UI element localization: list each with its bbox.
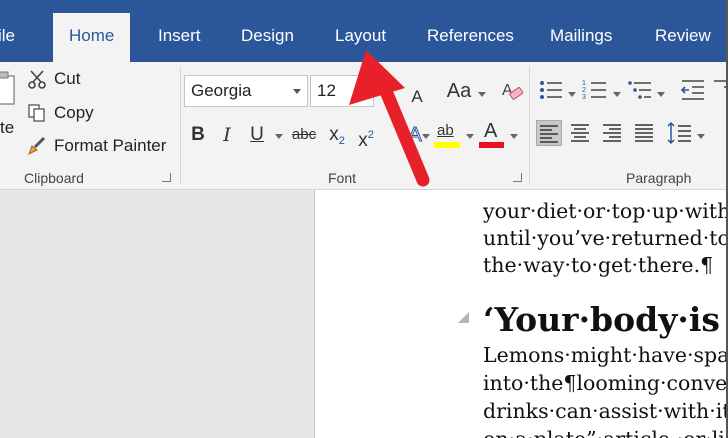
underline-button[interactable]: U bbox=[246, 120, 268, 150]
font-family-value: Georgia bbox=[191, 81, 252, 100]
document-heading: ‘Your·body·is bbox=[483, 300, 720, 339]
font-size-combo[interactable]: 12 bbox=[310, 75, 374, 107]
copy-button[interactable]: Copy bbox=[26, 100, 94, 126]
chevron-down-icon bbox=[613, 92, 621, 97]
copy-label: Copy bbox=[54, 103, 94, 122]
document-line: until·you’ve·returned·to bbox=[483, 226, 728, 250]
align-right-button[interactable] bbox=[600, 120, 626, 146]
clear-formatting-button[interactable]: A bbox=[498, 77, 526, 105]
collapse-heading-icon[interactable] bbox=[458, 312, 469, 323]
tab-design[interactable]: Design bbox=[241, 0, 294, 62]
group-divider bbox=[529, 66, 530, 184]
tab-insert[interactable]: Insert bbox=[158, 0, 201, 62]
align-right-icon bbox=[603, 124, 621, 142]
font-family-combo[interactable]: Georgia bbox=[184, 75, 308, 107]
chevron-down-icon bbox=[657, 92, 665, 97]
paste-label: te bbox=[0, 118, 15, 137]
font-size-value: 12 bbox=[317, 81, 336, 100]
subscript-letter: x bbox=[329, 124, 339, 145]
tab-layout[interactable]: Layout bbox=[335, 0, 386, 62]
chevron-down-icon bbox=[275, 134, 283, 139]
bold-button[interactable]: B bbox=[187, 120, 209, 150]
document-line: into·the¶looming·conver bbox=[483, 371, 728, 395]
chevron-down-icon bbox=[466, 134, 474, 139]
tab-references[interactable]: References bbox=[427, 0, 514, 62]
chevron-down-icon bbox=[422, 134, 430, 139]
paragraph-group-label: Paragraph bbox=[626, 170, 692, 186]
align-left-button[interactable] bbox=[536, 120, 562, 146]
highlight-color-bar bbox=[434, 142, 460, 148]
multilevel-list-icon bbox=[628, 81, 651, 99]
chevron-down-icon bbox=[697, 134, 705, 139]
paintbrush-icon bbox=[26, 135, 48, 157]
clipboard-group-label: Clipboard bbox=[24, 170, 84, 186]
tab-review[interactable]: Review bbox=[655, 0, 711, 62]
align-center-button[interactable] bbox=[568, 120, 594, 146]
ribbon: te Cut Copy Format Painter Clipboard Geo… bbox=[0, 62, 728, 190]
document-line: Lemons·might·have·spa bbox=[483, 343, 728, 367]
eraser-icon: A bbox=[502, 82, 524, 100]
align-left-icon bbox=[540, 125, 558, 143]
text-effects-icon: A bbox=[408, 124, 422, 147]
line-spacing-button[interactable] bbox=[666, 120, 692, 146]
italic-button[interactable]: I bbox=[217, 120, 237, 150]
scissors-icon bbox=[26, 68, 48, 90]
highlight-text: ab bbox=[437, 122, 454, 139]
decrease-indent-button[interactable] bbox=[680, 77, 706, 103]
document-line: your·diet·or·top·up·with bbox=[483, 199, 728, 223]
format-painter-label: Format Painter bbox=[54, 136, 167, 155]
decrease-indent-icon bbox=[680, 80, 704, 100]
group-divider bbox=[180, 66, 181, 184]
subscript-mark: 2 bbox=[338, 135, 345, 147]
justify-button[interactable] bbox=[632, 120, 658, 146]
highlight-button[interactable]: ab bbox=[434, 120, 462, 150]
bullets-button[interactable] bbox=[538, 77, 564, 103]
svg-text:2: 2 bbox=[582, 87, 586, 94]
cut-label: Cut bbox=[54, 69, 81, 88]
line-spacing-icon bbox=[667, 121, 691, 145]
ribbon-tab-bar: ile Home Insert Design Layout References… bbox=[0, 0, 728, 63]
clipboard-launcher-icon[interactable] bbox=[162, 173, 171, 182]
chevron-down-icon bbox=[478, 92, 486, 97]
chevron-down-icon bbox=[359, 89, 367, 94]
subscript-button[interactable]: x2 bbox=[326, 120, 348, 150]
font-color-button[interactable]: A bbox=[479, 120, 505, 150]
tab-mailings[interactable]: Mailings bbox=[550, 0, 612, 62]
numbered-list-icon: 1 2 3 bbox=[582, 80, 606, 101]
document-margin-area bbox=[0, 190, 314, 438]
document-page[interactable]: ····················· your·diet·or·top·u… bbox=[315, 190, 728, 438]
copy-icon bbox=[26, 102, 48, 124]
tab-home[interactable]: Home bbox=[53, 13, 131, 63]
document-line: the·way·to·get·there.¶ bbox=[483, 253, 714, 277]
superscript-mark: 2 bbox=[367, 129, 374, 141]
strikethrough-button[interactable]: abc bbox=[289, 120, 319, 150]
justify-icon bbox=[635, 124, 653, 142]
font-group-label: Font bbox=[328, 170, 357, 186]
bullet-list-icon bbox=[540, 81, 562, 99]
shrink-font-button[interactable]: A bbox=[407, 82, 427, 112]
font-color-bar bbox=[479, 142, 504, 148]
cut-button[interactable]: Cut bbox=[26, 66, 80, 92]
svg-text:3: 3 bbox=[582, 94, 586, 101]
tab-file[interactable]: ile bbox=[0, 0, 15, 62]
change-case-button[interactable]: Aa bbox=[444, 76, 474, 106]
font-color-letter: A bbox=[484, 120, 498, 142]
numbering-button[interactable]: 1 2 3 bbox=[582, 77, 608, 103]
format-painter-button[interactable]: Format Painter bbox=[26, 133, 166, 159]
superscript-button[interactable]: x2 bbox=[354, 120, 378, 151]
document-line: on·a·plate”·article,·or·lic bbox=[483, 427, 728, 438]
font-launcher-icon[interactable] bbox=[513, 173, 522, 182]
document-line: drinks·can·assist·with·it bbox=[483, 399, 728, 423]
grow-font-button[interactable]: A bbox=[378, 76, 398, 106]
multilevel-list-button[interactable] bbox=[627, 77, 653, 103]
chevron-down-icon bbox=[568, 92, 576, 97]
align-center-icon bbox=[571, 124, 589, 142]
svg-text:1: 1 bbox=[582, 80, 586, 87]
chevron-down-icon bbox=[510, 134, 518, 139]
chevron-down-icon bbox=[293, 89, 301, 94]
superscript-letter: x bbox=[358, 130, 368, 151]
